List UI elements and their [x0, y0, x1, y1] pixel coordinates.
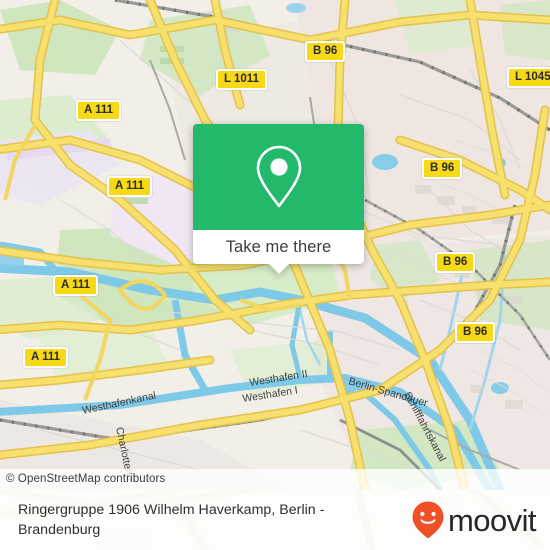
moovit-wordmark: moovit [448, 502, 537, 538]
take-me-there-button[interactable]: Take me there [193, 230, 364, 264]
road-shield: A 111 [23, 347, 68, 368]
road-shield-label: B 96 [430, 162, 455, 174]
road-shield: A 111 [107, 176, 152, 197]
road-shield-label: A 111 [31, 351, 60, 363]
callout-icon-panel [193, 124, 364, 230]
road-shield: L 1045 [507, 67, 550, 88]
callout-pointer-tail [267, 263, 290, 274]
moovit-pin-icon [412, 501, 444, 539]
moovit-logo[interactable]: moovit [411, 500, 537, 540]
road-shield-label: A 111 [61, 279, 90, 291]
map-attribution[interactable]: © OpenStreetMap contributors [0, 469, 550, 490]
road-shield: A 111 [76, 100, 121, 121]
road-shield-label: B 96 [463, 326, 488, 338]
road-shield: B 96 [435, 252, 476, 273]
moovit-map-screenshot: Westhafen II Westhafen I Westhafenkanal … [0, 0, 550, 550]
road-shield-label: A 111 [115, 180, 144, 192]
map-canvas[interactable]: Westhafen II Westhafen I Westhafenkanal … [0, 0, 550, 490]
road-shield: L 1011 [216, 69, 267, 90]
road-shield-label: A 111 [84, 104, 113, 116]
road-shield-label: L 1045 [515, 71, 550, 83]
road-shield: B 96 [422, 158, 463, 179]
footer-bar: Ringergruppe 1906 Wilhelm Haverkamp, Ber… [0, 490, 550, 550]
place-title: Ringergruppe 1906 Wilhelm Haverkamp, Ber… [18, 501, 325, 538]
road-shield-label: B 96 [443, 256, 468, 268]
road-shield: A 111 [53, 275, 98, 296]
road-shield-label: L 1011 [224, 73, 259, 85]
road-shield-label: B 96 [313, 45, 338, 57]
map-pin-icon [256, 145, 301, 208]
road-shield: B 96 [455, 322, 496, 343]
road-shield: B 96 [305, 41, 346, 62]
take-me-there-label: Take me there [225, 237, 332, 256]
location-callout[interactable]: Take me there [193, 124, 364, 274]
